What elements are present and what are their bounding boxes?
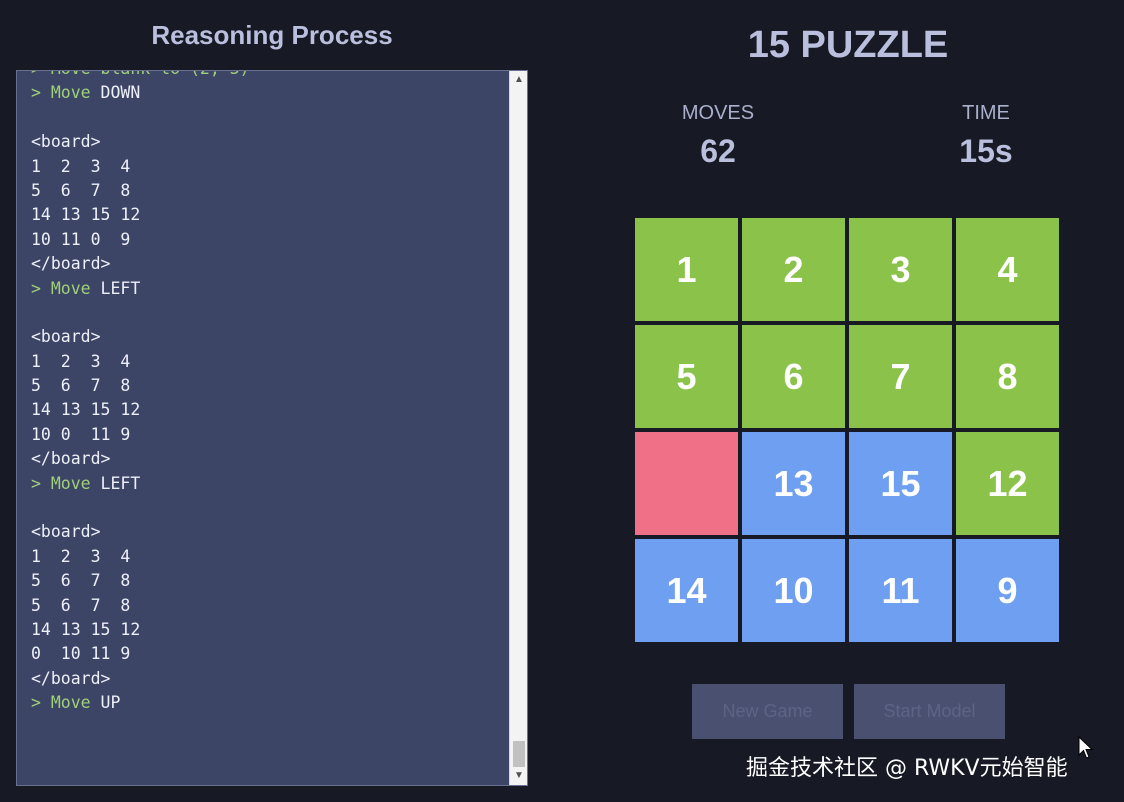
watermark-text: 掘金技术社区 @ RWKV元始智能: [746, 756, 1068, 781]
time-stat: TIME 15s: [906, 102, 1066, 170]
puzzle-tile[interactable]: 8: [956, 325, 1059, 428]
log-line: > Move UP: [31, 691, 509, 715]
log-line-text: 10 11 0 9: [31, 229, 131, 249]
log-line-keyword: Move: [50, 83, 91, 103]
log-line: 0 10 11 9: [31, 642, 509, 666]
log-line-text: <board>: [31, 132, 101, 152]
log-line-keyword: Move: [50, 693, 91, 713]
log-line: <board>: [31, 520, 509, 544]
log-line-text: </board>: [31, 254, 111, 274]
blank-tile[interactable]: [635, 432, 738, 535]
log-line: > Move LEFT: [31, 472, 509, 496]
log-line: </board>: [31, 252, 509, 276]
log-line: 10 11 0 9: [31, 228, 509, 252]
puzzle-tile[interactable]: 1: [635, 218, 738, 321]
time-label: TIME: [962, 102, 1010, 124]
log-line: 14 13 15 12: [31, 398, 509, 422]
moves-value: 62: [700, 133, 736, 169]
log-line: </board>: [31, 447, 509, 471]
puzzle-tile[interactable]: 3: [849, 218, 952, 321]
log-line-text: 5 6 7 8: [31, 595, 131, 615]
puzzle-tile[interactable]: 11: [849, 539, 952, 642]
reasoning-log-lines: > Move blank to (2, 3)> Move DOWN<board>…: [31, 71, 509, 716]
log-line-text: </board>: [31, 668, 111, 688]
log-line: 1 2 3 4: [31, 155, 509, 179]
game-title: 15 PUZZLE: [747, 24, 949, 66]
log-line-text: <board>: [31, 522, 101, 542]
puzzle-board: 1 2 3 4 5 6 7 8 13 15 12 14 10 11 9: [635, 218, 1061, 644]
puzzle-tile[interactable]: 14: [635, 539, 738, 642]
log-line-text: 0 10 11 9: [31, 644, 131, 664]
scroll-up-arrow-icon[interactable]: ▲: [510, 71, 528, 89]
puzzle-tile[interactable]: 6: [742, 325, 845, 428]
log-line: 5 6 7 8: [31, 374, 509, 398]
log-line-text: </board>: [31, 449, 111, 469]
log-line-prefix: >: [31, 473, 51, 493]
log-line: 5 6 7 8: [31, 569, 509, 593]
log-line-text: 1 2 3 4: [31, 156, 131, 176]
reasoning-log[interactable]: > Move blank to (2, 3)> Move DOWN<board>…: [16, 70, 528, 786]
puzzle-tile[interactable]: 4: [956, 218, 1059, 321]
mouse-cursor-icon: [1078, 736, 1094, 759]
reasoning-log-content: > Move blank to (2, 3)> Move DOWN<board>…: [17, 71, 509, 785]
log-line-text: 5 6 7 8: [31, 571, 131, 591]
log-line-text: DOWN: [90, 83, 141, 103]
reasoning-panel-title: Reasoning Process: [151, 20, 393, 50]
log-line: 10 0 11 9: [31, 423, 509, 447]
log-line-text: <board>: [31, 327, 101, 347]
log-line-prefix: >: [31, 71, 51, 78]
log-line-text: 1 2 3 4: [31, 351, 131, 371]
log-line: <board>: [31, 325, 509, 349]
log-line-prefix: >: [31, 278, 51, 298]
log-line: > Move LEFT: [31, 277, 509, 301]
log-line-text: LEFT: [90, 473, 141, 493]
puzzle-tile[interactable]: 10: [742, 539, 845, 642]
log-scrollbar[interactable]: ▲ ▼: [509, 71, 527, 785]
log-line: 5 6 7 8: [31, 179, 509, 203]
log-line-text: 5 6 7 8: [31, 180, 131, 200]
puzzle-tile[interactable]: 12: [956, 432, 1059, 535]
log-line: > Move DOWN: [31, 81, 509, 105]
log-line: 14 13 15 12: [31, 618, 509, 642]
puzzle-tile[interactable]: 15: [849, 432, 952, 535]
log-line-text: 14 13 15 12: [31, 400, 141, 420]
puzzle-tile[interactable]: 7: [849, 325, 952, 428]
log-line-text: 10 0 11 9: [31, 424, 131, 444]
log-line: 14 13 15 12: [31, 203, 509, 227]
log-line-text: 5 6 7 8: [31, 376, 131, 396]
scroll-down-arrow-icon[interactable]: ▼: [510, 767, 528, 785]
log-line: 1 2 3 4: [31, 350, 509, 374]
log-line-keyword: Move blank to (2, 3): [51, 71, 250, 78]
log-line: </board>: [31, 667, 509, 691]
log-line: <board>: [31, 130, 509, 154]
moves-label: MOVES: [681, 102, 755, 124]
start-model-button[interactable]: Start Model: [854, 684, 1005, 739]
log-line-prefix: >: [31, 83, 51, 103]
puzzle-tile[interactable]: 13: [742, 432, 845, 535]
moves-stat: MOVES 62: [638, 102, 798, 170]
log-line: 5 6 7 8: [31, 594, 509, 618]
log-line-text: UP: [90, 693, 121, 713]
log-line-keyword: Move: [50, 473, 91, 493]
puzzle-tile[interactable]: 2: [742, 218, 845, 321]
log-line: > Move blank to (2, 3): [31, 71, 509, 81]
log-line-prefix: >: [31, 693, 51, 713]
new-game-button[interactable]: New Game: [692, 684, 843, 739]
log-line-text: 1 2 3 4: [31, 546, 131, 566]
log-line-text: 14 13 15 12: [31, 205, 141, 225]
log-line-keyword: Move: [50, 278, 91, 298]
log-line: 1 2 3 4: [31, 545, 509, 569]
log-line-text: LEFT: [90, 278, 141, 298]
log-line-text: 14 13 15 12: [31, 619, 141, 639]
puzzle-tile[interactable]: 5: [635, 325, 738, 428]
scrollbar-thumb[interactable]: [513, 741, 525, 767]
time-value: 15s: [959, 133, 1013, 169]
puzzle-tile[interactable]: 9: [956, 539, 1059, 642]
